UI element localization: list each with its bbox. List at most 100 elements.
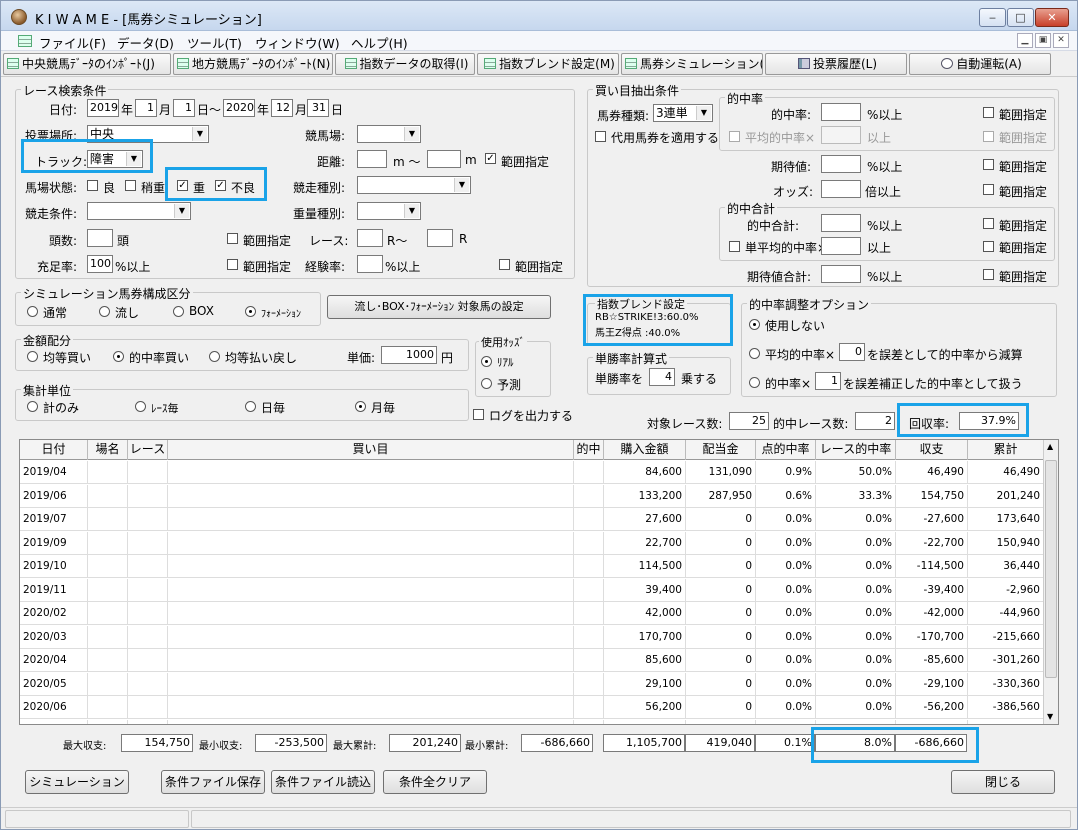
bad-checkbox[interactable]: ✓ <box>215 180 226 191</box>
distance-to-input[interactable] <box>427 150 461 168</box>
distance-range-checkbox[interactable]: ✓ <box>485 153 496 164</box>
close-button[interactable]: 閉じる <box>951 770 1055 794</box>
formation-radio[interactable] <box>245 306 256 317</box>
single-avg-checkbox[interactable] <box>729 241 740 252</box>
fill-range-checkbox[interactable] <box>227 259 238 270</box>
to-year-input[interactable]: 2020 <box>223 99 255 117</box>
unit-price-input[interactable]: 1000 <box>381 346 437 364</box>
import-central-button[interactable]: 中央競馬ﾃﾞｰﾀのｲﾝﾎﾟｰﾄ(J) <box>3 53 171 75</box>
minimize-button[interactable]: ‒ <box>979 8 1006 27</box>
auto-run-button[interactable]: 自動運転(A) <box>909 53 1051 75</box>
avg-range-checkbox[interactable] <box>983 131 994 142</box>
col-hit[interactable]: 的中 <box>574 440 604 460</box>
adjust-correct-input[interactable]: 1 <box>815 372 841 390</box>
hit-bet-radio[interactable] <box>113 351 124 362</box>
per-race-radio[interactable] <box>135 401 146 412</box>
table-row[interactable]: 2020/04 85,600 0 0.0% 0.0% -85,600 -301,260 <box>20 649 1044 672</box>
vote-history-button[interactable]: 投票履歴(L) <box>765 53 907 75</box>
normal-radio[interactable] <box>27 306 38 317</box>
track-select[interactable]: 障害 ▼ <box>87 150 143 168</box>
from-month-input[interactable]: 1 <box>135 99 157 117</box>
table-row[interactable]: 2020/02 42,000 0 0.0% 0.0% -42,000 -44,960 <box>20 602 1044 625</box>
forecast-odds-radio[interactable] <box>481 378 492 389</box>
odds-input[interactable] <box>821 180 861 198</box>
col-race[interactable]: レース <box>128 440 168 460</box>
to-month-input[interactable]: 12 <box>271 99 293 117</box>
adjust-none-radio[interactable] <box>749 319 760 330</box>
heavy-checkbox[interactable]: ✓ <box>177 180 188 191</box>
adjust-correct-radio[interactable] <box>749 377 760 388</box>
hit-sum-range-checkbox[interactable] <box>983 218 994 229</box>
per-month-radio[interactable] <box>355 401 366 412</box>
col-payout[interactable]: 配当金 <box>686 440 756 460</box>
table-row[interactable]: 2020/06 56,200 0 0.0% 0.0% -56,200 -386,560 <box>20 696 1044 719</box>
blend-setting-button[interactable]: 指数ブレンド設定(M) <box>477 53 619 75</box>
adjust-subtract-input[interactable]: 0 <box>839 343 865 361</box>
table-row[interactable]: 2019/11 39,400 0 0.0% 0.0% -39,400 -2,960 <box>20 578 1044 602</box>
table-row[interactable]: 2019/10 114,500 0 0.0% 0.0% -114,500 36,440 <box>20 555 1044 578</box>
menu-data[interactable]: データ(D) <box>117 33 174 52</box>
col-point-hit[interactable]: 点的中率 <box>756 440 816 460</box>
bet-type-select[interactable]: 3連単 ▼ <box>653 104 713 122</box>
exp-range-checkbox[interactable] <box>499 259 510 270</box>
table-row[interactable]: 2019/04 84,600 131,090 0.9% 50.0% 46,490 46,49… <box>20 461 1044 484</box>
close-window-button[interactable]: ✕ <box>1035 8 1069 27</box>
col-date[interactable]: 日付 <box>20 440 88 460</box>
exp-rate-input[interactable] <box>357 255 383 273</box>
race-to-input[interactable] <box>427 229 453 247</box>
hit-sum-input[interactable] <box>821 214 861 232</box>
mdi-close-button[interactable]: ✕ <box>1053 33 1069 48</box>
col-cumulative[interactable]: 累計 <box>968 440 1044 460</box>
col-balance[interactable]: 収支 <box>896 440 968 460</box>
menu-tools[interactable]: ツール(T) <box>187 33 242 52</box>
table-row[interactable]: 2020/05 29,100 0 0.0% 0.0% -29,100 -330,360 <box>20 672 1044 696</box>
run-simulation-button[interactable]: シミュレーション <box>25 770 129 794</box>
venue-select[interactable]: 中央 ▼ <box>87 125 209 143</box>
to-day-input[interactable]: 31 <box>307 99 329 117</box>
mdi-restore-button[interactable]: ▣ <box>1035 33 1051 48</box>
win-calc-input[interactable]: 4 <box>649 368 675 386</box>
race-cond-select[interactable]: ▼ <box>87 202 191 220</box>
table-row[interactable]: 2019/06 133,200 287,950 0.6% 33.3% 154,750 201… <box>20 484 1044 508</box>
scroll-up-icon[interactable]: ▲ <box>1047 442 1053 451</box>
load-conditions-button[interactable]: 条件ファイル読込 <box>271 770 375 794</box>
table-row[interactable]: 2019/07 27,600 0 0.0% 0.0% -27,600 173,640 <box>20 508 1044 531</box>
hit-range-checkbox[interactable] <box>983 107 994 118</box>
results-table[interactable]: 日付 場名 レース 買い目 的中 購入金額 配当金 点的中率 レース的中率 収支… <box>19 439 1059 725</box>
nagashi-radio[interactable] <box>99 306 110 317</box>
table-row[interactable]: 2019/09 22,700 0 0.0% 0.0% -22,700 150,940 <box>20 531 1044 555</box>
per-day-radio[interactable] <box>245 401 256 412</box>
race-type-select[interactable]: ▼ <box>357 176 471 194</box>
expect-input[interactable] <box>821 155 861 173</box>
avg-hit-checkbox[interactable] <box>729 131 740 142</box>
target-horse-setting-button[interactable]: 流し･BOX･ﾌｫｰﾒｰｼｮﾝ 対象馬の設定 <box>327 295 551 319</box>
single-avg-range-checkbox[interactable] <box>983 241 994 252</box>
get-index-button[interactable]: 指数データの取得(I) <box>335 53 475 75</box>
table-row[interactable]: 2020/03 170,700 0 0.0% 0.0% -170,700 -215,660 <box>20 625 1044 649</box>
substitute-checkbox[interactable] <box>595 131 606 142</box>
expect-range-checkbox[interactable] <box>983 159 994 170</box>
avg-hit-input[interactable] <box>821 126 861 144</box>
vertical-scrollbar[interactable]: ▲ ▼ <box>1043 440 1058 724</box>
slightly-heavy-checkbox[interactable] <box>125 180 136 191</box>
col-bets[interactable]: 買い目 <box>168 440 574 460</box>
fill-rate-input[interactable]: 100 <box>87 255 113 273</box>
weight-type-select[interactable]: ▼ <box>357 202 421 220</box>
hit-rate-input[interactable] <box>821 103 861 121</box>
total-only-radio[interactable] <box>27 401 38 412</box>
import-local-button[interactable]: 地方競馬ﾃﾞｰﾀのｲﾝﾎﾟｰﾄ(N) <box>173 53 333 75</box>
col-race-hit[interactable]: レース的中率 <box>816 440 896 460</box>
scroll-thumb[interactable] <box>1045 460 1057 678</box>
distance-from-input[interactable] <box>357 150 387 168</box>
scroll-down-icon[interactable]: ▼ <box>1047 712 1053 721</box>
col-venue[interactable]: 場名 <box>88 440 128 460</box>
equal-pay-radio[interactable] <box>209 351 220 362</box>
box-radio[interactable] <box>173 306 184 317</box>
from-day-input[interactable]: 1 <box>173 99 195 117</box>
menu-help[interactable]: ヘルプ(H) <box>351 33 408 52</box>
col-purchase[interactable]: 購入金額 <box>604 440 686 460</box>
maximize-button[interactable]: □ <box>1007 8 1034 27</box>
adjust-subtract-radio[interactable] <box>749 348 760 359</box>
odds-range-checkbox[interactable] <box>983 184 994 195</box>
clear-conditions-button[interactable]: 条件全クリア <box>383 770 487 794</box>
